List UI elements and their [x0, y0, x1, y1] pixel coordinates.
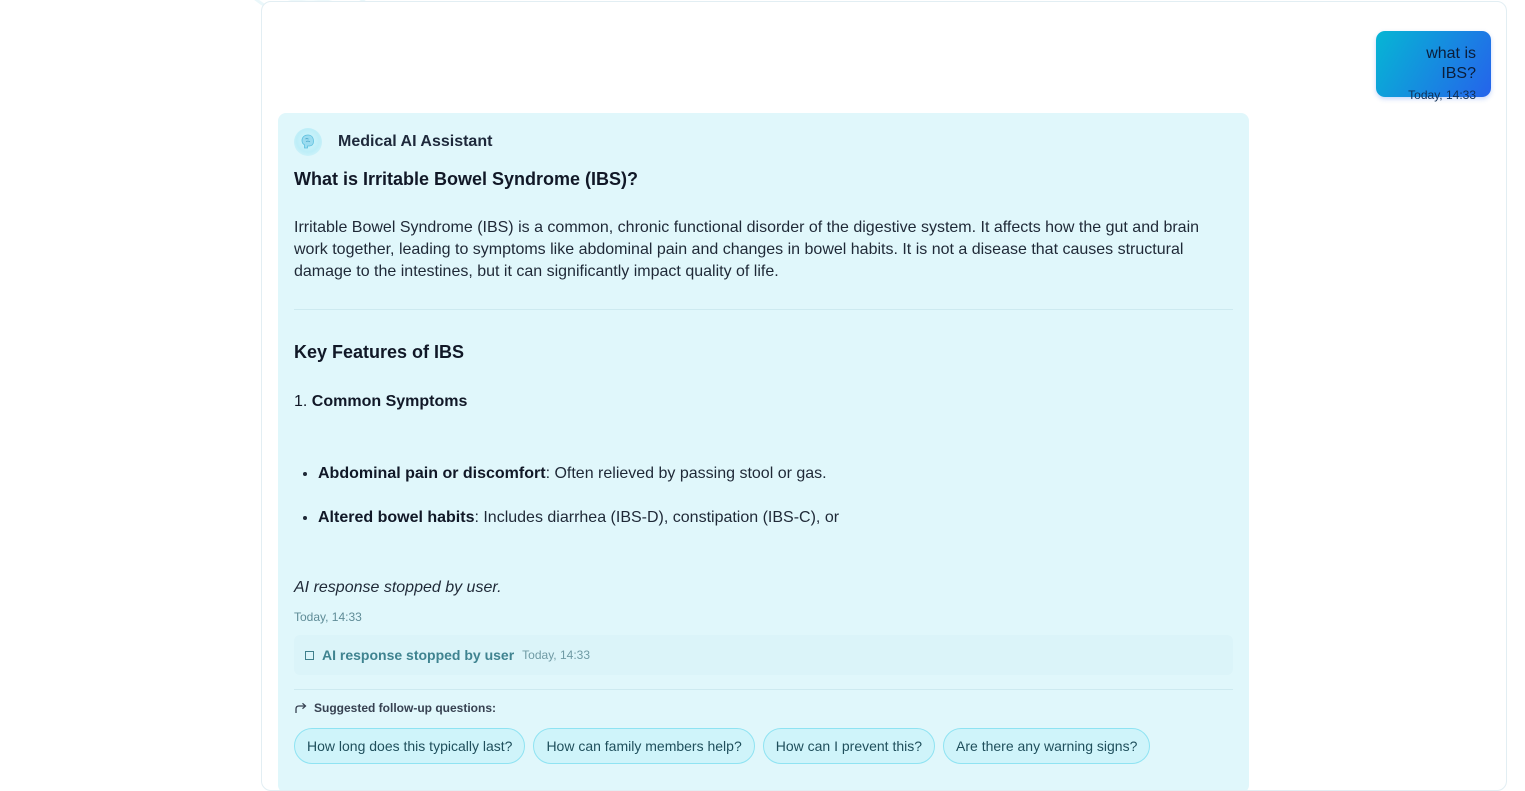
content-divider — [294, 309, 1233, 310]
response-intro: Irritable Bowel Syndrome (IBS) is a comm… — [294, 219, 1200, 280]
list-item-text: : Includes diarrhea (IBS-D), constipatio… — [474, 509, 840, 526]
stopped-status-row: AI response stopped by user Today, 14:33 — [294, 635, 1233, 675]
numbered-item: 1. Common Symptoms — [294, 393, 467, 411]
section-title: Key Features of IBS — [294, 342, 465, 362]
user-message-bubble: what is IBS? Today, 14:33 — [1376, 31, 1491, 102]
followup-chips: How long does this typically last? How c… — [294, 728, 1158, 764]
list-item-text: : Often relieved by passing stool or gas… — [545, 465, 827, 482]
chat-panel: what is IBS? Today, 14:33 Medical AI Ass… — [261, 1, 1507, 791]
numbered-item-number: 1. — [294, 393, 308, 410]
list-item: Abdominal pain or discomfort: Often reli… — [318, 463, 839, 507]
status-label: AI response stopped by user — [322, 647, 515, 663]
followup-divider — [294, 689, 1233, 690]
stopped-timestamp: Today, 14:33 — [294, 610, 362, 624]
followup-chip[interactable]: Are there any warning signs? — [943, 728, 1151, 764]
assistant-header: Medical AI Assistant — [294, 128, 492, 156]
list-item: Altered bowel habits: Includes diarrhea … — [318, 507, 839, 551]
response-title: What is Irritable Bowel Syndrome (IBS)? — [294, 169, 639, 189]
list-item-bold: Abdominal pain or discomfort — [318, 465, 546, 482]
numbered-item-label: Common Symptoms — [311, 393, 468, 410]
followup-chip[interactable]: How can family members help? — [533, 728, 755, 764]
followup-chip[interactable]: How can I prevent this? — [762, 728, 936, 764]
share-arrow-icon — [295, 702, 307, 713]
assistant-name: Medical AI Assistant — [338, 133, 493, 150]
followup-chip[interactable]: How long does this typically last? — [294, 728, 526, 764]
followup-header: Suggested follow-up questions: — [294, 701, 496, 715]
user-message-text: what is IBS? — [1426, 45, 1476, 82]
stop-square-icon — [305, 650, 314, 660]
assistant-message-card: Medical AI Assistant What is Irritable B… — [278, 113, 1249, 790]
followup-label: Suggested follow-up questions: — [314, 701, 496, 715]
user-message-time: Today, 14:33 — [1408, 88, 1476, 102]
status-time: Today, 14:33 — [522, 648, 590, 662]
brain-icon — [294, 128, 322, 156]
symptom-list: Abdominal pain or discomfort: Often reli… — [294, 463, 839, 551]
stopped-message: AI response stopped by user. — [294, 579, 502, 596]
list-item-bold: Altered bowel habits — [318, 509, 475, 526]
